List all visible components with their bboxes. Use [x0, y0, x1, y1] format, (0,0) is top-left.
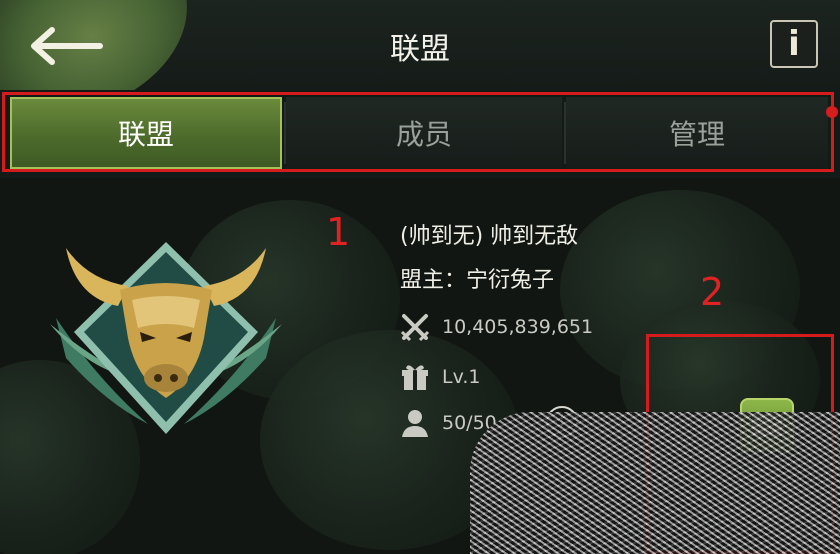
page-title: 联盟	[390, 32, 450, 67]
bull-emblem-icon	[50, 242, 282, 434]
notification-dot	[826, 106, 838, 118]
level-row: Lv.1	[400, 362, 480, 392]
level-value: Lv.1	[442, 366, 481, 388]
mosaic-overlay	[470, 412, 840, 554]
power-row: 10,405,839,651	[400, 312, 593, 342]
user-icon	[400, 408, 430, 438]
power-value: 10,405,839,651	[442, 316, 594, 338]
gift-icon	[400, 362, 430, 392]
annotation-number-1: 1	[326, 210, 351, 254]
alliance-leader: 盟主：宁衍兔子	[400, 268, 555, 293]
alliance-emblem	[36, 228, 296, 452]
annotation-number-2: 2	[700, 270, 725, 314]
alliance-name: (帅到无) 帅到无敌	[400, 224, 579, 249]
tab-alliance[interactable]: 联盟	[10, 97, 282, 169]
header-bar: 联盟 i	[0, 0, 840, 145]
tab-manage[interactable]: 管理	[566, 97, 828, 169]
crossed-swords-icon	[400, 312, 430, 342]
tab-members[interactable]: 成员	[286, 97, 562, 169]
info-button[interactable]: i	[770, 20, 818, 68]
